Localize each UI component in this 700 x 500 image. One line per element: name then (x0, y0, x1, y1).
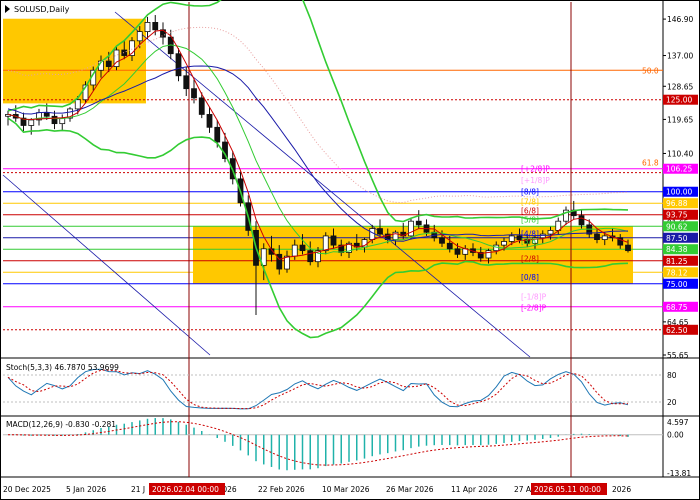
candle-body (183, 75, 190, 90)
macd-axis-label: -13.81 (667, 469, 691, 478)
candle-body (454, 248, 461, 255)
murray-label: [+2/8]P (521, 165, 550, 174)
price-level-label: 75.00 (666, 280, 688, 289)
candle-body (136, 31, 143, 42)
price-level-label: 106.25 (666, 165, 692, 174)
candle-body (408, 220, 414, 237)
candle-body (377, 228, 383, 235)
stoch-label: Stoch(5,3,3) 46.7870 53.9699 (6, 363, 119, 372)
macd-label: MACD(12,26,9) -0.830 -0.281 (6, 420, 116, 429)
time-axis-label: 11 Apr 2026 (451, 485, 498, 494)
price-tick-label: 55.65 (667, 351, 689, 360)
candle-body (74, 99, 81, 110)
candle-body (501, 241, 507, 246)
candle-body (191, 88, 197, 99)
fib-label: 61.8 (642, 158, 659, 167)
price-tick-label: 128.65 (667, 82, 693, 91)
candle-body (206, 114, 213, 128)
price-level-label: 93.75 (666, 211, 688, 220)
price-tick-label: 119.65 (667, 115, 693, 124)
time-axis-label: 10 Mar 2026 (322, 485, 370, 494)
murray-label: [6/8] (521, 207, 539, 216)
candle-body (547, 229, 554, 235)
murray-label: [2/8] (521, 254, 539, 263)
candle-body (446, 242, 453, 250)
candle-body (578, 215, 585, 226)
candle-body (322, 235, 329, 252)
candle-body (493, 244, 500, 252)
murray-label: [3/8] (521, 237, 539, 246)
price-level-label: 84.38 (666, 245, 688, 254)
candle-body (214, 126, 221, 143)
price-tick-label: 146.90 (667, 15, 693, 24)
candle-body (291, 244, 298, 257)
time-axis-label: 20 Dec 2025 (3, 485, 51, 494)
price-level-label: 78.12 (666, 268, 688, 277)
macd-axis-label: 0.00 (667, 431, 684, 440)
time-axis-label: 5 Jan 2026 (66, 485, 106, 494)
time-axis-label: 26 Mar 2026 (386, 485, 434, 494)
fib-label: 50.0 (642, 66, 659, 75)
candle-body (105, 60, 112, 67)
murray-label: [-1/8]P (521, 293, 547, 302)
candle-body (198, 97, 205, 115)
murray-label: [8/8] (521, 188, 539, 197)
candle-body (28, 119, 35, 126)
price-level-label: 68.75 (666, 303, 688, 312)
time-axis-label: 27 A (514, 485, 532, 494)
candle-body (439, 237, 445, 244)
time-highlight-label: 2026.05.11 00:00 (534, 485, 601, 494)
candle-body (508, 235, 515, 242)
price-level-label: 100.00 (666, 188, 692, 197)
stoch-axis-label: 80 (667, 371, 677, 380)
stoch-axis-label: 20 (667, 398, 677, 407)
murray-label: [0/8] (521, 273, 539, 282)
price-tick-label: 110.40 (667, 149, 693, 158)
time-highlight-label: 2026.02.04 00:00 (152, 485, 219, 494)
candle-body (175, 53, 182, 77)
candle-body (51, 115, 58, 125)
candle-body (594, 233, 600, 240)
symbol-label: SOLUSD,Daily (14, 5, 70, 14)
candle-body (299, 244, 306, 252)
candle-body (152, 22, 159, 31)
price-level-label: 125.00 (666, 96, 692, 105)
candle-body (330, 235, 337, 246)
murray-label: [7/8] (521, 197, 539, 206)
candle-body (601, 235, 608, 240)
candle-body (121, 49, 128, 56)
time-axis-label: 2026 (612, 485, 631, 494)
candle-body (307, 250, 314, 263)
time-axis-label: 22 Feb 2026 (258, 485, 305, 494)
price-level-label: 81.25 (666, 257, 688, 266)
time-axis-label: 21 J (131, 485, 145, 494)
murray-label: [5/8] (521, 215, 539, 224)
candle-body (415, 220, 422, 226)
candle-body (144, 22, 151, 33)
murray-label: [-2/8]P (521, 304, 547, 313)
price-level-label: 62.50 (666, 326, 688, 335)
price-chart[interactable]: [+2/8]P[+1/8]P[8/8][7/8][6/8][5/8][4/8][… (0, 0, 700, 500)
candle-body (625, 244, 631, 252)
price-level-label: 87.50 (666, 234, 688, 243)
murray-label: [+1/8]P (521, 176, 550, 185)
candle-body (43, 112, 50, 117)
price-level-label: 96.88 (666, 199, 688, 208)
price-level-label: 90.62 (666, 222, 688, 231)
candle-body (485, 250, 492, 259)
price-tick-label: 137.00 (667, 52, 693, 61)
macd-axis-label: 4.597 (667, 418, 689, 427)
